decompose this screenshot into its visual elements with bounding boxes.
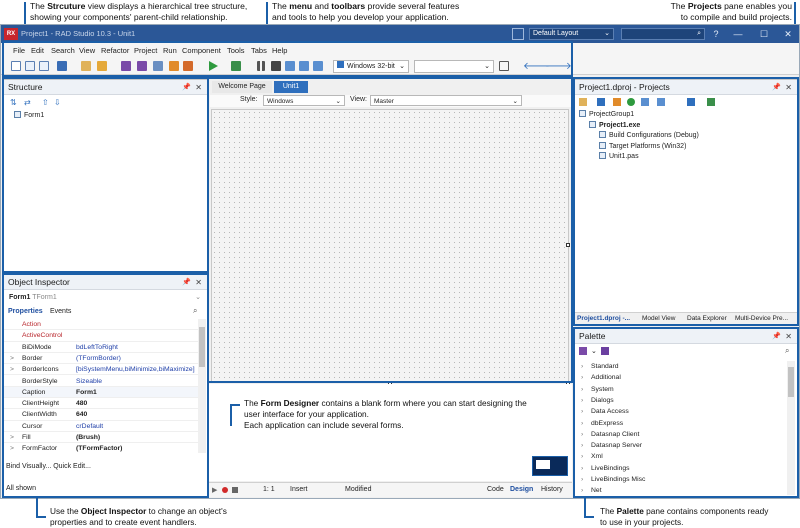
tab-code[interactable]: Code — [487, 486, 504, 493]
tab-history[interactable]: History — [541, 486, 563, 493]
insert-mode: Insert — [290, 486, 308, 493]
highlight-projects — [573, 77, 799, 326]
palette-callout: The Palette pane contains components rea… — [600, 506, 769, 527]
cursor-position: 1: 1 — [263, 486, 275, 493]
editor-status-bar: ▶ 1: 1 Insert Modified Code Design Histo… — [208, 482, 572, 497]
window-title: Project1 - RAD Studio 10.3 - Unit1 — [21, 29, 136, 38]
inspector-callout: Use the Object Inspector to change an ob… — [50, 506, 227, 527]
highlight-palette — [573, 327, 799, 498]
projects-callout: The Projects pane enables you to compile… — [670, 1, 792, 22]
help-button[interactable]: ? — [709, 27, 723, 41]
structure-callout: The Strcuture view displays a hierarchic… — [30, 1, 248, 22]
close-button[interactable]: ✕ — [781, 27, 795, 41]
form-designer-callout-area: The Form Designer contains a blank form … — [208, 384, 572, 481]
layout-combo[interactable]: Default Layout ⌄ — [529, 28, 614, 40]
form-preview-thumbnail — [532, 456, 568, 476]
highlight-inspector — [2, 273, 209, 498]
tab-design[interactable]: Design — [510, 486, 533, 493]
ide-search-input[interactable]: ⌕ — [621, 28, 705, 40]
modified-status: Modified — [345, 486, 372, 493]
stop-record-icon[interactable] — [232, 487, 238, 493]
record-macro-icon[interactable]: ▶ — [212, 486, 217, 494]
rad-studio-logo: RX — [4, 28, 18, 40]
highlight-menu-toolbar — [2, 41, 573, 77]
menu-callout: The menu and toolbars provide several fe… — [272, 1, 460, 22]
form-designer-callout: The Form Designer contains a blank form … — [244, 398, 527, 430]
highlight-form-designer — [207, 77, 573, 383]
record-icon[interactable] — [222, 487, 228, 493]
highlight-structure — [2, 77, 209, 273]
minimize-button[interactable]: — — [731, 27, 745, 41]
annotated-ide-screenshot: The Strcuture view displays a hierarchic… — [0, 0, 800, 528]
layout-icon[interactable] — [512, 28, 524, 40]
maximize-button[interactable]: ☐ — [757, 27, 771, 41]
